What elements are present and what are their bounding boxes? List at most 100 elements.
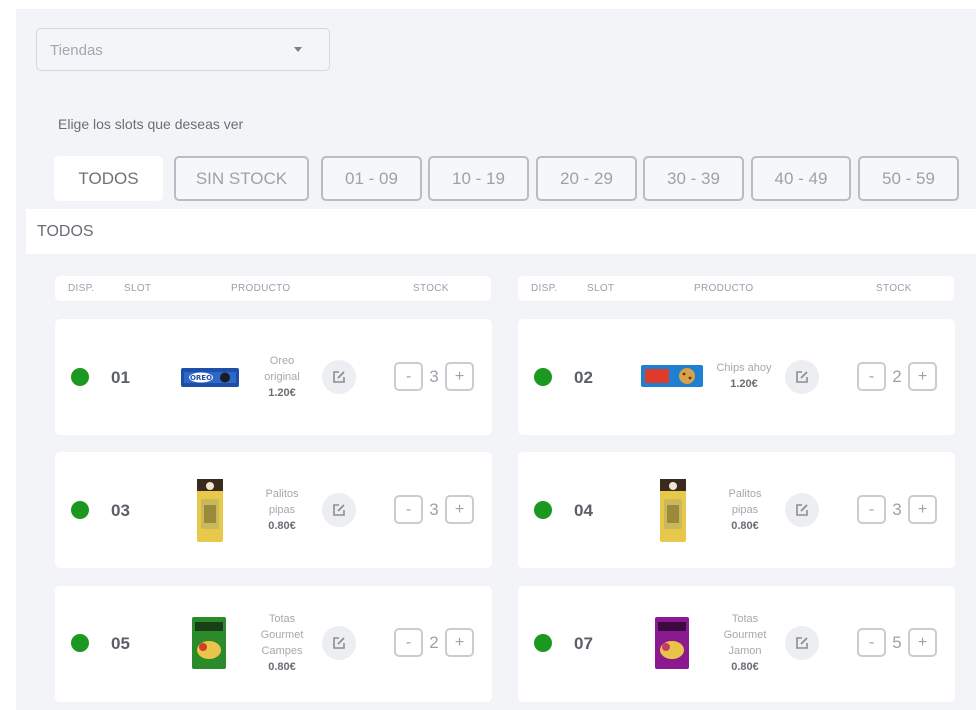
decrement-button[interactable]: - [857,362,886,391]
header-stock: STOCK [413,283,449,294]
edit-icon [333,371,345,383]
product-name: Palitos [265,488,299,500]
increment-button[interactable]: + [445,495,474,524]
availability-dot [534,368,552,386]
svg-text:OREO: OREO [190,374,212,382]
increment-button[interactable]: + [908,362,937,391]
header-slot: SLOT [124,283,152,294]
edit-button[interactable] [322,626,356,660]
increment-button[interactable]: + [908,628,937,657]
header-disp: DISP. [531,283,558,294]
decrement-button[interactable]: - [857,495,886,524]
stock-quantity: 3 [429,500,439,519]
product-info: Totas Gourmet Jamon 0.80€ [714,611,776,675]
product-name: Chips ahoy [716,362,772,374]
product-name: Gourmet [260,629,304,641]
slot-number: 07 [574,634,593,653]
header-producto: PRODUCTO [694,283,754,294]
edit-icon [796,504,808,516]
store-select-placeholder: Tiendas [50,42,103,59]
product-info: Totas Gourmet Campes 0.80€ [251,611,313,675]
slot-card-05: 05 Totas Gourmet Campes 0.80€ - 2 + [55,586,492,702]
filter-50-59[interactable]: 50 - 59 [858,156,959,201]
filter-todos[interactable]: TODOS [54,156,163,201]
section-title: TODOS [37,223,94,240]
cookie-pack-icon: OREO [181,368,239,387]
product-info: Chips ahoy 1.20€ [708,360,780,392]
edit-icon [796,371,808,383]
product-info: Oreo original 1.20€ [251,353,313,401]
product-name: pipas [268,504,296,516]
edit-icon [333,504,345,516]
decrement-button[interactable]: - [394,495,423,524]
stock-quantity: 2 [429,633,439,652]
section-header: TODOS [26,209,976,254]
filter-30-39[interactable]: 30 - 39 [643,156,744,201]
product-info: Palitos pipas 0.80€ [714,486,776,534]
snack-bag-icon [660,479,686,542]
edit-button[interactable] [785,360,819,394]
edit-icon [796,637,808,649]
product-name: Oreo [269,355,295,367]
availability-dot [534,634,552,652]
slot-number: 03 [111,501,130,520]
availability-dot [71,501,89,519]
availability-dot [71,368,89,386]
snack-bag-icon [197,479,223,542]
decrement-button[interactable]: - [394,628,423,657]
header-producto: PRODUCTO [231,283,291,294]
product-price: 0.80€ [268,520,296,532]
slots-instruction: Elige los slots que deseas ver [58,116,244,132]
chips-bag-icon [192,617,226,669]
slot-card-01: 01 OREO Oreo original 1.20€ - 3 + [55,319,492,435]
stock-quantity: 2 [892,367,902,386]
stock-quantity: 3 [429,367,439,386]
increment-button[interactable]: + [445,362,474,391]
chips-bag-icon [655,617,689,669]
product-name: Totas [731,613,759,625]
filter-40-49[interactable]: 40 - 49 [751,156,851,201]
filter-sin-stock[interactable]: SIN STOCK [174,156,309,201]
product-price: 1.20€ [730,378,758,390]
chevron-down-icon [294,47,302,52]
product-name: Jamon [728,645,762,657]
product-price: 0.80€ [731,661,759,673]
edit-button[interactable] [322,360,356,394]
edit-button[interactable] [322,493,356,527]
decrement-button[interactable]: - [857,628,886,657]
increment-button[interactable]: + [445,628,474,657]
stock-quantity: 5 [892,633,902,652]
filter-10-19[interactable]: 10 - 19 [428,156,529,201]
product-name: pipas [731,504,759,516]
header-stock: STOCK [876,283,912,294]
table-header-left: DISP. SLOT PRODUCTO STOCK [55,276,491,301]
header-slot: SLOT [587,283,615,294]
store-select[interactable]: Tiendas [36,28,330,71]
table-header-right: DISP. SLOT PRODUCTO STOCK [518,276,954,301]
cookie-pack-icon [641,365,703,387]
slot-number: 02 [574,368,593,387]
slot-number: 01 [111,368,130,387]
product-name: Gourmet [723,629,767,641]
decrement-button[interactable]: - [394,362,423,391]
slot-card-07: 07 Totas Gourmet Jamon 0.80€ - 5 + [518,586,955,702]
filter-20-29[interactable]: 20 - 29 [536,156,637,201]
slot-card-03: 03 Palitos pipas 0.80€ - 3 + [55,452,492,568]
product-info: Palitos pipas 0.80€ [251,486,313,534]
product-name: original [264,371,300,383]
availability-dot [71,634,89,652]
availability-dot [534,501,552,519]
product-price: 1.20€ [268,387,296,399]
product-name: Campes [261,645,303,657]
edit-icon [333,637,345,649]
increment-button[interactable]: + [908,495,937,524]
header-disp: DISP. [68,283,95,294]
slot-card-04: 04 Palitos pipas 0.80€ - 3 + [518,452,955,568]
slot-card-02: 02 Chips ahoy 1.20€ - 2 + [518,319,955,435]
edit-button[interactable] [785,626,819,660]
product-price: 0.80€ [268,661,296,673]
slot-number: 05 [111,634,130,653]
edit-button[interactable] [785,493,819,527]
filter-01-09[interactable]: 01 - 09 [321,156,422,201]
slot-number: 04 [574,501,593,520]
